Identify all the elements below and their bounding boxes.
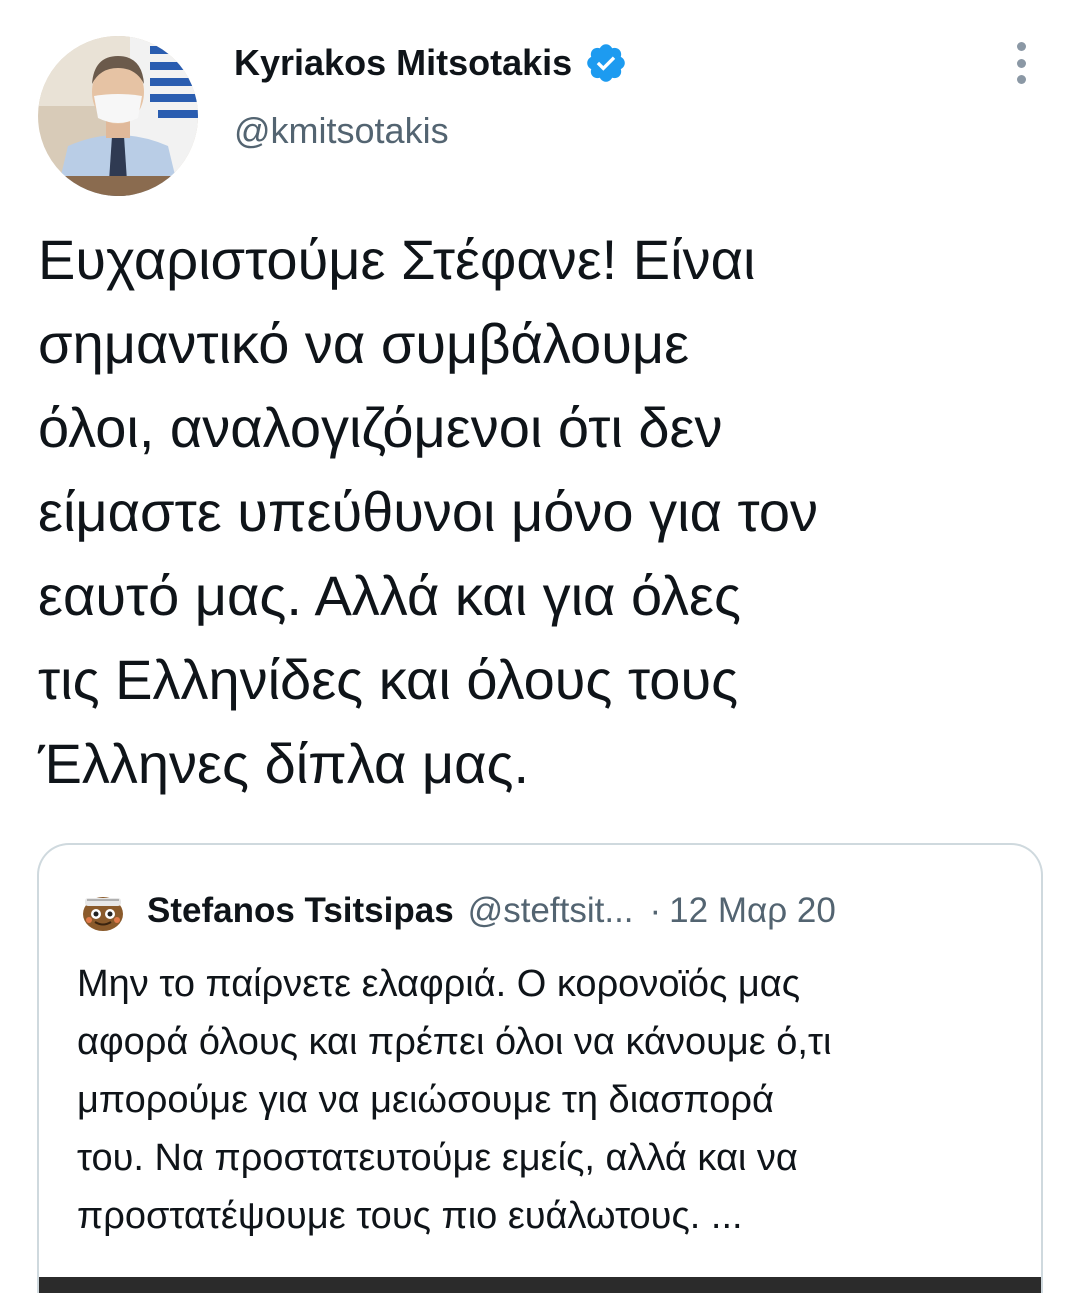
more-dot (1016, 75, 1026, 84)
author-name-row[interactable]: Kyriakos Mitsotakis (234, 38, 628, 88)
quoted-text-line: του. Να προστατευτούμε εμείς, αλλά και ν… (77, 1137, 798, 1179)
quoted-date[interactable]: 12 Μαρ 20 (669, 891, 836, 931)
more-vertical-icon[interactable] (1004, 40, 1038, 86)
tweet-text-line: σημαντικό να συμβάλουμε (38, 312, 690, 375)
profile-photo-avatar (38, 36, 198, 196)
tweet-text-line: Ευχαριστούμε Στέφανε! Είναι (38, 228, 756, 291)
quoted-author-handle[interactable]: @steftsit... (468, 891, 634, 931)
author-handle[interactable]: @kmitsotakis (234, 110, 449, 152)
tweet-text-line: τις Ελληνίδες και όλους τους (38, 648, 739, 711)
quoted-author-name[interactable]: Stefanos Tsitsipas (147, 891, 454, 931)
author-avatar[interactable] (38, 36, 198, 196)
tweet-text-line: εαυτό μας. Αλλά και για όλες (38, 564, 741, 627)
verified-badge-icon (584, 41, 628, 85)
tweet-text: Ευχαριστούμε Στέφανε! Είναι σημαντικό να… (38, 218, 1048, 806)
quoted-text-line: μπορούμε για να μειώσουμε τη διασπορά (77, 1079, 774, 1121)
more-dot (1016, 42, 1026, 51)
quoted-text-line: αφορά όλους και πρέπει όλοι να κάνουμε ό… (77, 1021, 832, 1063)
author-name[interactable]: Kyriakos Mitsotakis (234, 42, 572, 84)
quoted-text-line: προστατέψουμε τους πιο ευάλωτους. ... (77, 1195, 743, 1237)
tweet-detail-view: Kyriakos Mitsotakis @kmitsotakis Ευχαρισ… (0, 0, 1080, 1293)
quoted-separator: · (649, 891, 662, 930)
tweet-text-line: Έλληνες δίπλα μας. (38, 732, 530, 795)
emoji-avatar-icon (79, 890, 127, 932)
tweet-text-line: όλοι, αναλογιζόμενοι ότι δεν (38, 396, 723, 459)
more-dot (1016, 58, 1026, 68)
quoted-tweet-text: Μην το παίρνετε ελαφριά. Ο κορονοϊός μας… (77, 955, 1037, 1245)
quoted-media-image[interactable] (39, 1277, 1041, 1293)
quoted-tweet-header: Stefanos Tsitsipas @steftsit... · 12 Μαρ… (79, 891, 836, 931)
quoted-text-line: Μην το παίρνετε ελαφριά. Ο κορονοϊός μας (77, 963, 801, 1005)
quoted-tweet-card[interactable]: Stefanos Tsitsipas @steftsit... · 12 Μαρ… (37, 843, 1043, 1293)
tweet-text-line: είμαστε υπεύθυνοι μόνο για τον (38, 480, 818, 543)
